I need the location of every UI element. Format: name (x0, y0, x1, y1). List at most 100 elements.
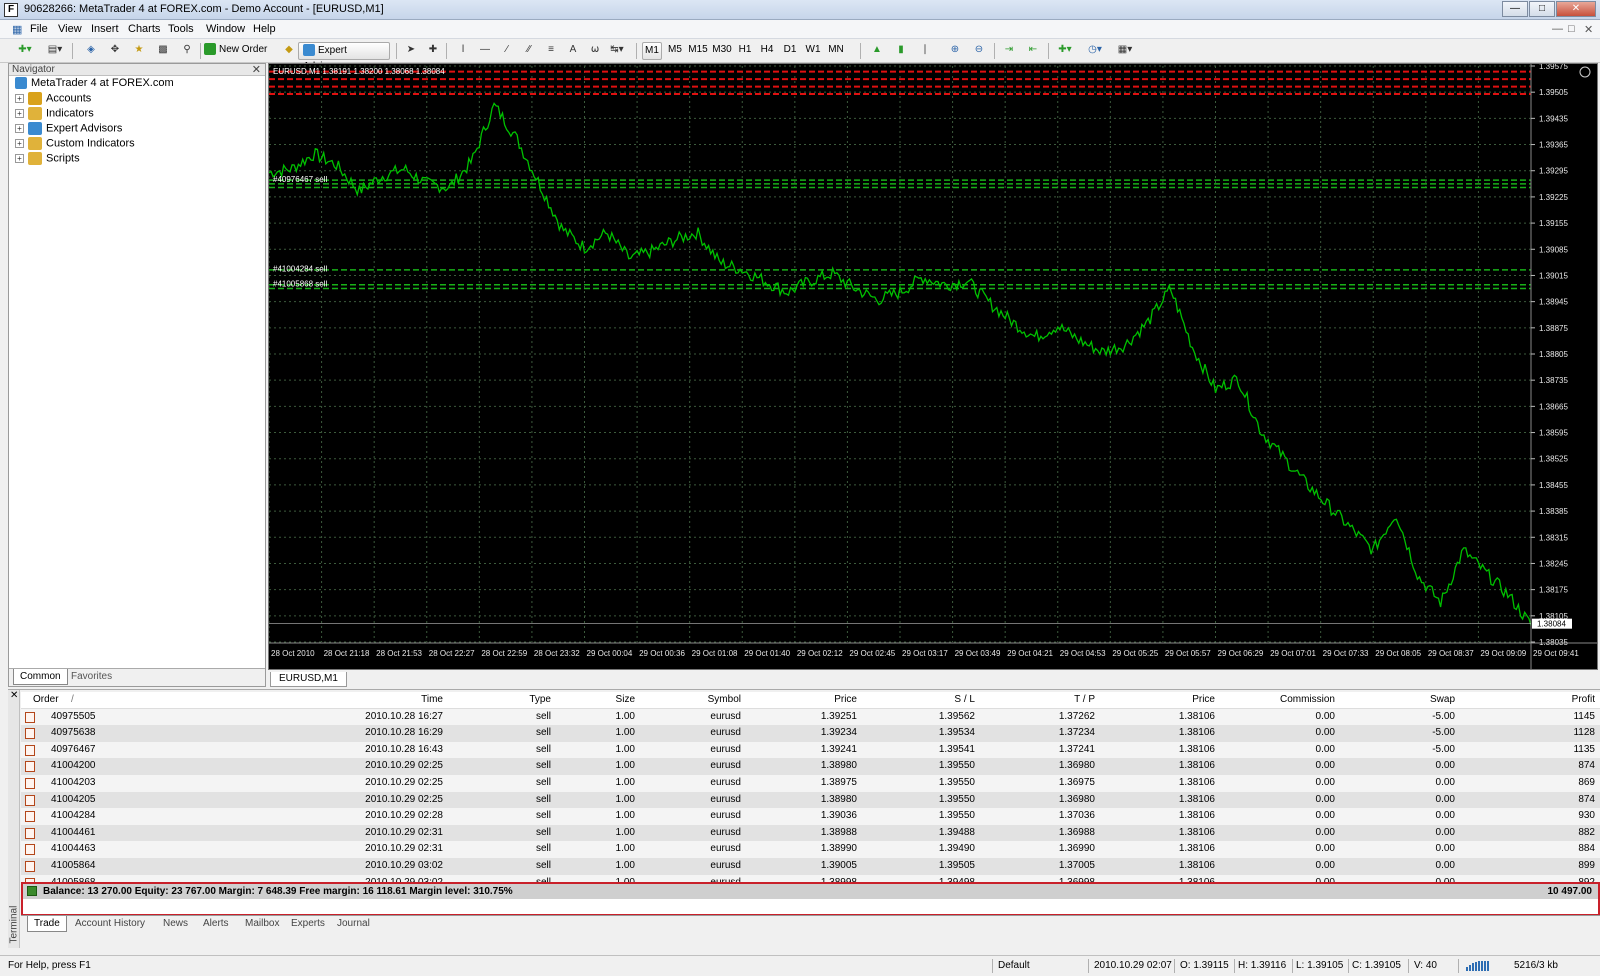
col-commission[interactable]: Commission (1231, 692, 1335, 708)
fibonacci-icon[interactable]: ≡ (540, 42, 562, 60)
expand-icon[interactable]: + (15, 109, 24, 118)
table-row[interactable]: 41005864 2010.10.29 03:02 sell 1.00 eurusd 1.… (21, 857, 1600, 875)
tf-m5[interactable]: M5 (664, 42, 686, 60)
navigator-item-indicators[interactable]: + Indicators (15, 107, 94, 122)
mdi-restore-icon[interactable]: □ (1568, 23, 1575, 35)
tf-mn[interactable]: MN (824, 42, 848, 60)
expand-icon[interactable]: + (15, 154, 24, 163)
col-profit[interactable]: Profit (1471, 692, 1595, 708)
new-order-button[interactable]: New Order (204, 42, 274, 60)
tab-mailbox[interactable]: Mailbox (239, 916, 285, 932)
menu-insert[interactable]: Insert (91, 23, 119, 35)
close-button[interactable]: ✕ (1556, 1, 1596, 17)
tab-account-history[interactable]: Account History (69, 916, 151, 932)
mdi-minimize-icon[interactable]: — (1552, 23, 1563, 35)
strategy-tester-icon[interactable]: ⚲ (176, 42, 198, 60)
market-watch-icon[interactable]: ◈ (80, 42, 102, 60)
tab-news[interactable]: News (157, 916, 194, 932)
menu-tools[interactable]: Tools (168, 23, 194, 35)
text-label-icon[interactable]: ⍵ (584, 42, 606, 60)
table-row[interactable]: 41004461 2010.10.29 02:31 sell 1.00 eurusd 1.… (21, 824, 1600, 842)
price-chart[interactable]: 1.39575 1.39505 1.39435 1.39365 1.39295 1.392… (268, 63, 1598, 670)
menu-view[interactable]: View (58, 23, 82, 35)
minimize-button[interactable]: — (1502, 1, 1528, 17)
col-sl[interactable]: S / L (871, 692, 975, 708)
tab-experts[interactable]: Experts (285, 916, 331, 932)
tab-common[interactable]: Common (13, 669, 68, 685)
col-order[interactable]: Order (33, 692, 59, 708)
expand-icon[interactable]: + (15, 139, 24, 148)
mdi-close-icon[interactable]: ✕ (1584, 23, 1593, 36)
navigator-root[interactable]: MetaTrader 4 at FOREX.com (15, 77, 174, 92)
document-icon[interactable]: ▦ (12, 23, 22, 36)
tf-m15[interactable]: M15 (686, 42, 710, 60)
tab-favorites[interactable]: Favorites (65, 669, 118, 685)
templates-icon[interactable]: ▦▾ (1114, 42, 1136, 60)
col-tp[interactable]: T / P (991, 692, 1095, 708)
expert-advisors-button[interactable]: Expert Advisors (298, 42, 390, 72)
cursor-icon[interactable]: ➤ (400, 42, 422, 60)
status-profile[interactable]: Default (998, 956, 1030, 976)
navigator-icon[interactable]: ★ (128, 42, 150, 60)
tf-h1[interactable]: H1 (734, 42, 756, 60)
tab-journal[interactable]: Journal (331, 916, 376, 932)
table-row[interactable]: 41004205 2010.10.29 02:25 sell 1.00 eurusd 1.… (21, 791, 1600, 809)
navigator-item-scripts[interactable]: + Scripts (15, 152, 80, 167)
navigator-item-custom-indicators[interactable]: + Custom Indicators (15, 137, 135, 152)
table-row[interactable]: 40975638 2010.10.28 16:29 sell 1.00 eurusd 1.… (21, 725, 1600, 742)
col-swap[interactable]: Swap (1351, 692, 1455, 708)
maximize-button[interactable]: □ (1529, 1, 1555, 17)
data-window-icon[interactable]: ✥ (104, 42, 126, 60)
periods-clock-icon[interactable]: ◷▾ (1084, 42, 1106, 60)
line-chart-icon[interactable]: ∣ (914, 42, 936, 60)
navigator-item-accounts[interactable]: + Accounts (15, 92, 91, 107)
new-chart-icon[interactable]: ✚▾ (14, 42, 36, 60)
zoom-in-icon[interactable]: ⊕ (944, 42, 966, 60)
table-row[interactable]: 41004200 2010.10.29 02:25 sell 1.00 eurusd 1.… (21, 758, 1600, 775)
col-symbol[interactable]: Symbol (641, 692, 741, 708)
bar-chart-icon[interactable]: ▲ (866, 42, 888, 60)
chart-shift-icon[interactable]: ⇤ (1022, 42, 1044, 60)
horizontal-line-icon[interactable]: — (474, 42, 496, 60)
table-row[interactable]: 41004203 2010.10.29 02:25 sell 1.00 eurusd 1.… (21, 774, 1600, 792)
navigator-close-icon[interactable]: ✕ (252, 64, 261, 76)
candlestick-icon[interactable]: ▮ (890, 42, 912, 60)
tf-w1[interactable]: W1 (802, 42, 824, 60)
zoom-out-icon[interactable]: ⊖ (968, 42, 990, 60)
menu-window[interactable]: Window (206, 23, 245, 35)
col-type[interactable]: Type (451, 692, 551, 708)
tab-alerts[interactable]: Alerts (197, 916, 235, 932)
autoscroll-icon[interactable]: ⇥ (998, 42, 1020, 60)
autotrading-diamond-icon[interactable]: ◆ (278, 42, 300, 60)
channel-icon[interactable]: ∕∕ (518, 42, 540, 60)
arrows-icon[interactable]: ↹▾ (606, 42, 628, 60)
table-row[interactable]: 41004284 2010.10.29 02:28 sell 1.00 eurusd 1.… (21, 808, 1600, 825)
text-icon[interactable]: A (562, 42, 584, 60)
col-size[interactable]: Size (561, 692, 635, 708)
terminal-close-icon[interactable]: ✕ (10, 690, 18, 701)
crosshair-icon[interactable]: ✚ (422, 42, 444, 60)
profiles-icon[interactable]: ▤▾ (44, 42, 66, 60)
table-row[interactable]: 40976467 2010.10.28 16:43 sell 1.00 eurusd 1.… (21, 741, 1600, 759)
table-row[interactable]: 41004463 2010.10.29 02:31 sell 1.00 eurusd 1.… (21, 841, 1600, 858)
indicators-icon[interactable]: ✚▾ (1054, 42, 1076, 60)
menu-file[interactable]: File (30, 23, 48, 35)
tf-m30[interactable]: M30 (710, 42, 734, 60)
tf-d1[interactable]: D1 (778, 42, 802, 60)
vertical-line-icon[interactable]: ǀ (452, 42, 474, 60)
table-row[interactable]: 40975505 2010.10.28 16:27 sell 1.00 eurusd 1.… (21, 708, 1600, 726)
menu-help[interactable]: Help (253, 23, 276, 35)
chart-tab[interactable]: EURUSD,M1 (270, 672, 347, 687)
tab-trade[interactable]: Trade (27, 916, 67, 932)
terminal-icon[interactable]: ▩ (152, 42, 174, 60)
expand-icon[interactable]: + (15, 94, 24, 103)
trendline-icon[interactable]: ∕ (496, 42, 518, 60)
navigator-item-expert-advisors[interactable]: + Expert Advisors (15, 122, 122, 137)
tf-h4[interactable]: H4 (756, 42, 778, 60)
col-price[interactable]: Price (751, 692, 857, 708)
col-time[interactable]: Time (181, 692, 443, 708)
col-current-price[interactable]: Price (1111, 692, 1215, 708)
menu-charts[interactable]: Charts (128, 23, 160, 35)
expand-icon[interactable]: + (15, 124, 24, 133)
tf-m1[interactable]: M1 (642, 42, 662, 60)
